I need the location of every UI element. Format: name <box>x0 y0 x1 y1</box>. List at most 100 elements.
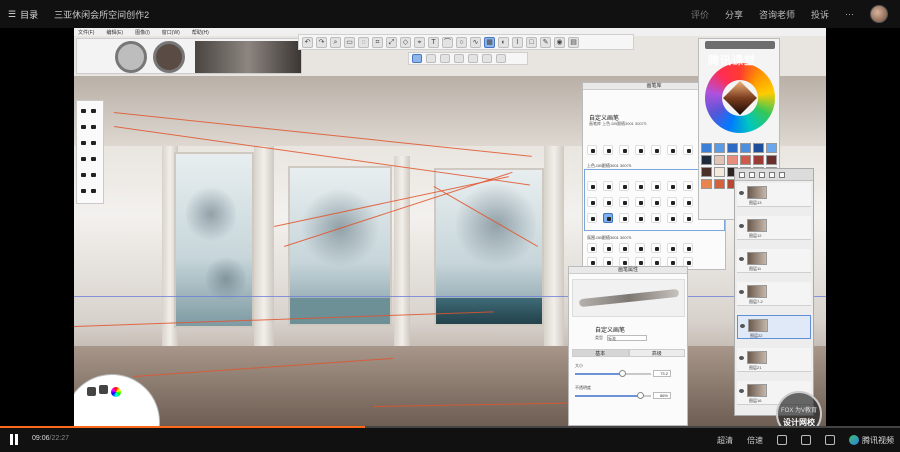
menu-file[interactable]: 文件(F) <box>78 29 94 36</box>
brush-item[interactable] <box>619 181 629 191</box>
guide-tool-4-icon[interactable] <box>454 54 464 63</box>
layer-visibility-icon[interactable] <box>739 389 744 393</box>
brush-item[interactable] <box>651 243 661 253</box>
consult-teacher-button[interactable]: 咨询老师 <box>759 8 795 21</box>
color-swatch[interactable] <box>701 167 712 177</box>
menu-help[interactable]: 帮助(H) <box>192 29 209 36</box>
brush-item[interactable] <box>619 145 629 155</box>
brush-item[interactable] <box>635 243 645 253</box>
report-button[interactable]: 投诉 <box>811 8 829 21</box>
image-layer-icon[interactable] <box>759 171 765 178</box>
tab-basic[interactable]: 基本 <box>572 349 629 357</box>
brush-item[interactable] <box>635 213 645 223</box>
layer-visibility-icon[interactable] <box>739 257 744 261</box>
quality-button[interactable]: 超清 <box>717 435 733 446</box>
transform-icon[interactable]: ⤢ <box>386 36 397 48</box>
progress-bar[interactable] <box>0 426 900 428</box>
pie-color-icon[interactable] <box>111 387 121 397</box>
color-swatch[interactable] <box>753 143 764 153</box>
guide-tool-7-icon[interactable] <box>496 54 506 63</box>
brush-item[interactable] <box>619 197 629 207</box>
brush-item[interactable] <box>603 243 613 253</box>
brush-item-selected[interactable] <box>603 213 613 223</box>
brush-item[interactable] <box>635 197 645 207</box>
color-swatch[interactable] <box>714 179 725 189</box>
brush-item[interactable] <box>667 181 677 191</box>
brush-item[interactable] <box>683 145 693 155</box>
brush-color-circle[interactable] <box>153 41 185 73</box>
brush-item[interactable] <box>683 243 693 253</box>
brush-item[interactable] <box>587 181 597 191</box>
brush-item[interactable] <box>587 243 597 253</box>
layer-visibility-icon[interactable] <box>739 191 744 195</box>
zoom-icon[interactable]: ⌕ <box>330 36 341 48</box>
video-frame[interactable]: 文件(F) 编辑(E) 图像(I) 窗口(W) 帮助(H) ↶ ↷ ⌕ ▭ ◌ … <box>74 28 826 426</box>
menu-image[interactable]: 图像(I) <box>135 29 150 36</box>
brush-item[interactable] <box>683 181 693 191</box>
layer-item[interactable]: 图层13 <box>737 183 811 207</box>
color-swatch[interactable] <box>766 143 777 153</box>
opacity-value[interactable]: 86% <box>653 392 671 399</box>
color-wheel-icon[interactable]: ◉ <box>554 36 565 48</box>
delete-layer-icon[interactable] <box>779 171 785 178</box>
undo-icon[interactable]: ↶ <box>302 36 313 48</box>
color-swatch[interactable] <box>740 143 751 153</box>
size-value[interactable]: 73.2 <box>653 370 671 377</box>
layer-item[interactable]: 图层12 <box>737 216 811 240</box>
guide-tool-6-icon[interactable] <box>482 54 492 63</box>
brush-item[interactable] <box>619 213 629 223</box>
pip-icon[interactable] <box>801 435 811 445</box>
layer-item[interactable]: 图层7-2 <box>737 282 811 306</box>
opacity-slider[interactable] <box>575 392 651 399</box>
brush-item[interactable] <box>651 197 661 207</box>
guide-tool-1-icon[interactable] <box>412 54 422 63</box>
color-swatch[interactable] <box>740 155 751 165</box>
fill-icon[interactable]: ◐ <box>498 36 509 48</box>
steady-stroke-icon[interactable]: ∿ <box>470 36 481 48</box>
layer-visibility-icon[interactable] <box>739 224 744 228</box>
brush-item[interactable] <box>651 145 661 155</box>
brush-item[interactable] <box>587 145 597 155</box>
curve-icon[interactable]: ⌇ <box>512 36 523 48</box>
guide-tool-2-icon[interactable] <box>426 54 436 63</box>
color-swatch[interactable] <box>766 155 777 165</box>
text-icon[interactable]: T <box>428 36 439 48</box>
crop-icon[interactable]: ⌗ <box>372 36 383 48</box>
tab-advanced[interactable]: 高级 <box>628 349 685 357</box>
brush-item[interactable] <box>667 197 677 207</box>
brush-item[interactable] <box>683 213 693 223</box>
share-button[interactable]: 分享 <box>725 8 743 21</box>
color-swatch[interactable] <box>714 167 725 177</box>
color-swatch[interactable] <box>753 155 764 165</box>
brush-size-circle[interactable] <box>115 41 147 73</box>
speed-button[interactable]: 倍速 <box>747 435 763 446</box>
color-swatch[interactable] <box>701 179 712 189</box>
brush-item[interactable] <box>651 181 661 191</box>
brush-item[interactable] <box>683 197 693 207</box>
brush-item[interactable] <box>603 181 613 191</box>
menu-edit[interactable]: 编辑(E) <box>106 29 123 36</box>
new-layer-icon[interactable] <box>739 171 745 178</box>
layer-visibility-icon[interactable] <box>740 324 745 328</box>
brush-item[interactable] <box>667 243 677 253</box>
pause-icon[interactable] <box>10 434 20 446</box>
guide-tool-3-icon[interactable] <box>440 54 450 63</box>
brush-item[interactable] <box>667 145 677 155</box>
select-rect-icon[interactable]: ▭ <box>344 36 355 48</box>
brush-item[interactable] <box>603 145 613 155</box>
color-swatch[interactable] <box>714 143 725 153</box>
layer-item[interactable]: 图层11 <box>737 249 811 273</box>
volume-icon[interactable] <box>777 435 787 445</box>
catalog-button[interactable]: ☰ 目录 <box>8 8 38 21</box>
color-swatch[interactable] <box>727 155 738 165</box>
brush-item[interactable] <box>587 197 597 207</box>
layer-visibility-icon[interactable] <box>739 290 744 294</box>
fullscreen-icon[interactable] <box>825 435 835 445</box>
brush-item[interactable] <box>603 197 613 207</box>
color-swatch[interactable] <box>727 143 738 153</box>
rate-button[interactable]: 评价 <box>691 8 709 21</box>
brush-type-select[interactable]: 标准 <box>607 335 648 341</box>
color-wheel[interactable] <box>705 63 775 133</box>
redo-icon[interactable]: ↷ <box>316 36 327 48</box>
pie-brush-icon[interactable] <box>87 387 96 396</box>
